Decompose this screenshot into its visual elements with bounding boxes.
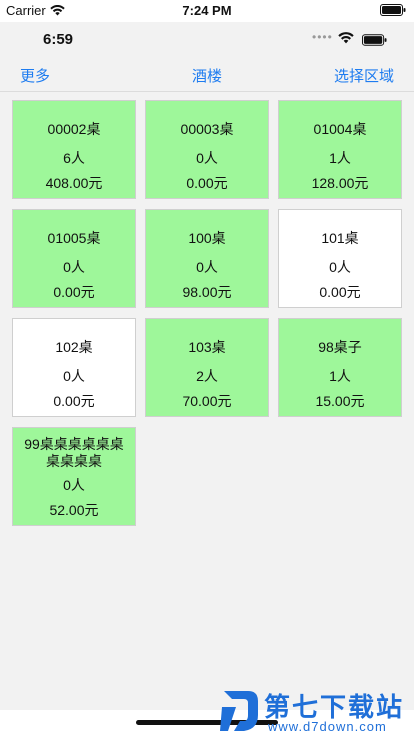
table-people-count: 1人 [329,368,351,384]
table-card[interactable]: 98桌子 1人 15.00元 [278,318,402,417]
table-name: 99桌桌桌桌桌桌桌桌桌桌 [24,436,124,469]
table-amount: 0.00元 [53,284,95,300]
table-amount: 408.00元 [45,175,103,191]
table-amount: 0.00元 [186,175,228,191]
wifi-icon [338,32,354,44]
table-card[interactable]: 00002桌 6人 408.00元 [12,100,136,199]
table-people-count: 0人 [196,150,218,166]
inner-status-bar: 6:59 •••• [0,22,414,56]
table-name: 98桌子 [318,339,362,355]
outer-status-bar: Carrier 7:24 PM [0,0,414,22]
table-card[interactable]: 00003桌 0人 0.00元 [145,100,269,199]
table-people-count: 0人 [63,477,85,493]
watermark: 第七下载站 www.d7down.com [218,685,414,736]
table-amount: 98.00元 [182,284,232,300]
battery-icon [362,34,387,46]
table-name: 01005桌 [47,230,101,246]
table-people-count: 0人 [329,259,351,275]
table-people-count: 6人 [63,150,85,166]
table-card[interactable]: 101桌 0人 0.00元 [278,209,402,308]
table-amount: 0.00元 [53,393,95,409]
navigation-bar: 更多 酒楼 选择区域 [0,56,414,92]
table-name: 101桌 [321,230,359,246]
signal-dots-icon: •••• [312,30,333,44]
table-card[interactable]: 100桌 0人 98.00元 [145,209,269,308]
table-amount: 128.00元 [311,175,369,191]
table-people-count: 0人 [196,259,218,275]
table-amount: 70.00元 [182,393,232,409]
table-people-count: 1人 [329,150,351,166]
app-screen: 6:59 •••• 更多 酒楼 选择区域 00002桌 6人 408.00元 0… [0,22,414,710]
table-card[interactable]: 01005桌 0人 0.00元 [12,209,136,308]
select-area-button[interactable]: 选择区域 [334,65,394,86]
table-name: 102桌 [55,339,93,355]
table-people-count: 0人 [63,368,85,384]
table-card[interactable]: 99桌桌桌桌桌桌桌桌桌桌 0人 52.00元 [12,427,136,526]
table-amount: 52.00元 [49,502,99,518]
battery-icon [380,4,406,16]
table-name: 00003桌 [180,121,234,137]
table-amount: 0.00元 [319,284,361,300]
table-name: 103桌 [188,339,226,355]
d7down-logo-icon [220,691,258,731]
table-name: 100桌 [188,230,226,246]
table-amount: 15.00元 [315,393,365,409]
table-card[interactable]: 01004桌 1人 128.00元 [278,100,402,199]
table-card[interactable]: 102桌 0人 0.00元 [12,318,136,417]
table-people-count: 2人 [196,368,218,384]
table-name: 01004桌 [313,121,367,137]
inner-clock: 6:59 [43,31,74,48]
watermark-url: www.d7down.com [268,719,387,734]
table-people-count: 0人 [63,259,85,275]
table-card[interactable]: 103桌 2人 70.00元 [145,318,269,417]
table-name: 00002桌 [47,121,101,137]
clock: 7:24 PM [182,3,232,18]
